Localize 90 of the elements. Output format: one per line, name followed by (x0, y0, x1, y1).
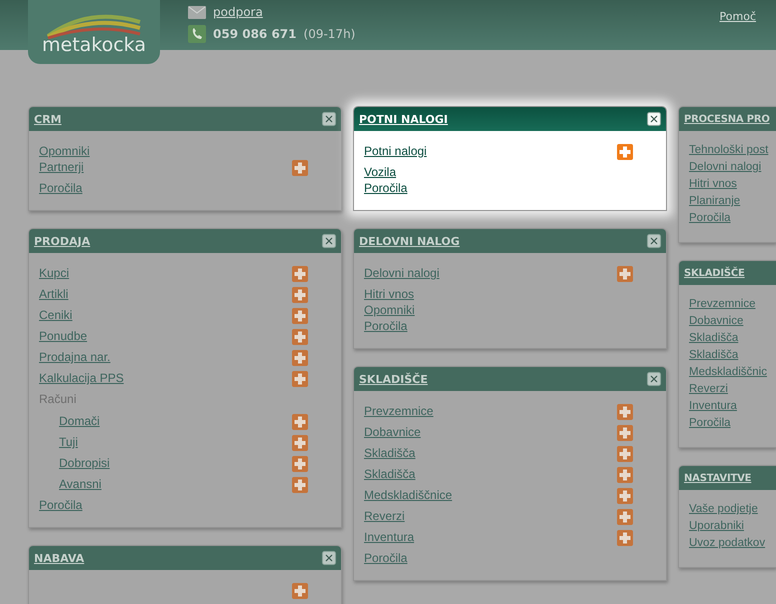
add-icon[interactable] (617, 425, 633, 441)
menu-link[interactable]: Partnerji (39, 160, 84, 174)
menu-link[interactable]: Tehnološki post (689, 144, 768, 156)
envelope-icon (188, 6, 206, 18)
menu-link[interactable]: Planiranje (689, 195, 740, 207)
menu-link[interactable]: Prevzemnice (364, 404, 434, 418)
menu-link[interactable]: Poročila (689, 417, 731, 429)
menu-link[interactable]: Inventura (364, 530, 414, 544)
close-icon[interactable] (647, 112, 661, 126)
group-label: Računi (39, 392, 78, 408)
menu-link[interactable]: Medskladiščnice (364, 488, 452, 502)
add-icon[interactable] (617, 488, 633, 504)
support-link[interactable]: podpora (213, 5, 263, 19)
panel-title[interactable]: PROCESNA PRO (684, 114, 770, 124)
add-icon[interactable] (292, 371, 308, 387)
menu-link[interactable]: Prodajna nar. (39, 350, 110, 364)
menu-link[interactable]: Opomniki (364, 303, 415, 317)
panel-title[interactable]: NASTAVITVE (684, 472, 752, 484)
panel-title[interactable]: POTNI NALOGI (359, 112, 448, 126)
menu-link[interactable]: Poročila (39, 498, 82, 512)
menu-link[interactable]: Prevzemnice (689, 298, 756, 310)
menu-link[interactable]: Delovni nalogi (364, 266, 440, 280)
menu-link[interactable]: Potni nalogi (364, 144, 427, 158)
menu-link[interactable]: Uvoz podatkov (689, 537, 766, 549)
add-icon[interactable] (617, 509, 633, 525)
add-icon[interactable] (617, 144, 633, 160)
panel-title[interactable]: DELOVNI NALOG (359, 234, 460, 248)
panel-title[interactable]: PRODAJA (34, 234, 90, 248)
add-icon[interactable] (292, 308, 308, 324)
menu-link[interactable]: Vaše podjetje (689, 503, 758, 515)
menu-link[interactable]: Reverzi (364, 509, 405, 523)
menu-link[interactable]: Kalkulacija PPS (39, 371, 124, 385)
add-icon[interactable] (617, 404, 633, 420)
menu-link[interactable]: Skladišča (364, 446, 416, 460)
menu-link[interactable]: Poročila (364, 319, 408, 333)
add-icon[interactable] (617, 530, 633, 546)
panel-title[interactable]: SKLADIŠČE (684, 268, 745, 278)
menu-link[interactable]: Artikli (39, 287, 68, 301)
menu-link[interactable]: Inventura (689, 400, 737, 412)
menu-link[interactable]: Ceniki (39, 308, 72, 322)
add-icon[interactable] (617, 266, 633, 282)
panel-title[interactable]: SKLADIŠČE (359, 372, 428, 386)
add-icon[interactable] (292, 329, 308, 345)
close-icon[interactable] (322, 551, 336, 565)
add-icon[interactable] (292, 350, 308, 366)
menu-link[interactable]: Skladišča (689, 332, 738, 344)
close-icon[interactable] (322, 112, 336, 126)
add-icon[interactable] (617, 446, 633, 462)
menu-link[interactable]: Dobropisi (59, 456, 110, 470)
logo[interactable]: metakocka (28, 0, 160, 64)
menu-link[interactable]: Poročila (39, 181, 82, 195)
add-icon[interactable] (292, 477, 308, 493)
add-icon[interactable] (292, 160, 308, 176)
menu-link[interactable]: Poročila (364, 551, 408, 565)
menu-link[interactable]: Opomniki (39, 144, 90, 158)
menu-link[interactable]: Tuji (59, 435, 78, 449)
panel-title[interactable]: CRM (34, 112, 62, 126)
menu-link[interactable]: Domači (59, 414, 100, 428)
support-hours: (09-17h) (304, 27, 356, 41)
panel-title[interactable]: NABAVA (34, 552, 84, 564)
menu-link[interactable]: Skladišča (364, 467, 416, 481)
menu-link[interactable]: Ponudbe (39, 329, 88, 343)
menu-link[interactable]: Kupci (39, 266, 70, 280)
phone-icon (188, 25, 206, 43)
menu-link[interactable]: Reverzi (689, 383, 728, 395)
menu-link[interactable]: Poročila (689, 212, 731, 224)
menu-link[interactable]: Dobavnice (689, 315, 744, 327)
menu-link[interactable]: Medskladiščnic (689, 366, 767, 378)
menu-link[interactable]: Avansni (59, 477, 102, 491)
menu-link[interactable]: Skladišča (689, 349, 738, 361)
menu-link[interactable]: Uporabniki (689, 520, 744, 532)
close-icon[interactable] (322, 234, 336, 248)
menu-link[interactable]: Delovni nalogi (689, 161, 762, 173)
close-icon[interactable] (647, 372, 661, 386)
add-icon[interactable] (292, 414, 308, 430)
add-icon[interactable] (292, 583, 308, 599)
add-icon[interactable] (292, 435, 308, 451)
menu-link[interactable]: Hitri vnos (364, 287, 414, 301)
phone-number: 059 086 671 (213, 27, 297, 41)
menu-link[interactable]: Hitri vnos (689, 178, 737, 190)
add-icon[interactable] (292, 287, 308, 303)
menu-link[interactable]: Dobavnice (364, 425, 421, 439)
add-icon[interactable] (292, 266, 308, 282)
menu-link[interactable]: Poročila (364, 181, 408, 195)
help-link[interactable]: Pomoč (720, 10, 756, 24)
add-icon[interactable] (617, 467, 633, 483)
add-icon[interactable] (292, 456, 308, 472)
close-icon[interactable] (647, 234, 661, 248)
menu-link[interactable]: Vozila (364, 165, 396, 179)
logo-text: metakocka (42, 34, 146, 56)
